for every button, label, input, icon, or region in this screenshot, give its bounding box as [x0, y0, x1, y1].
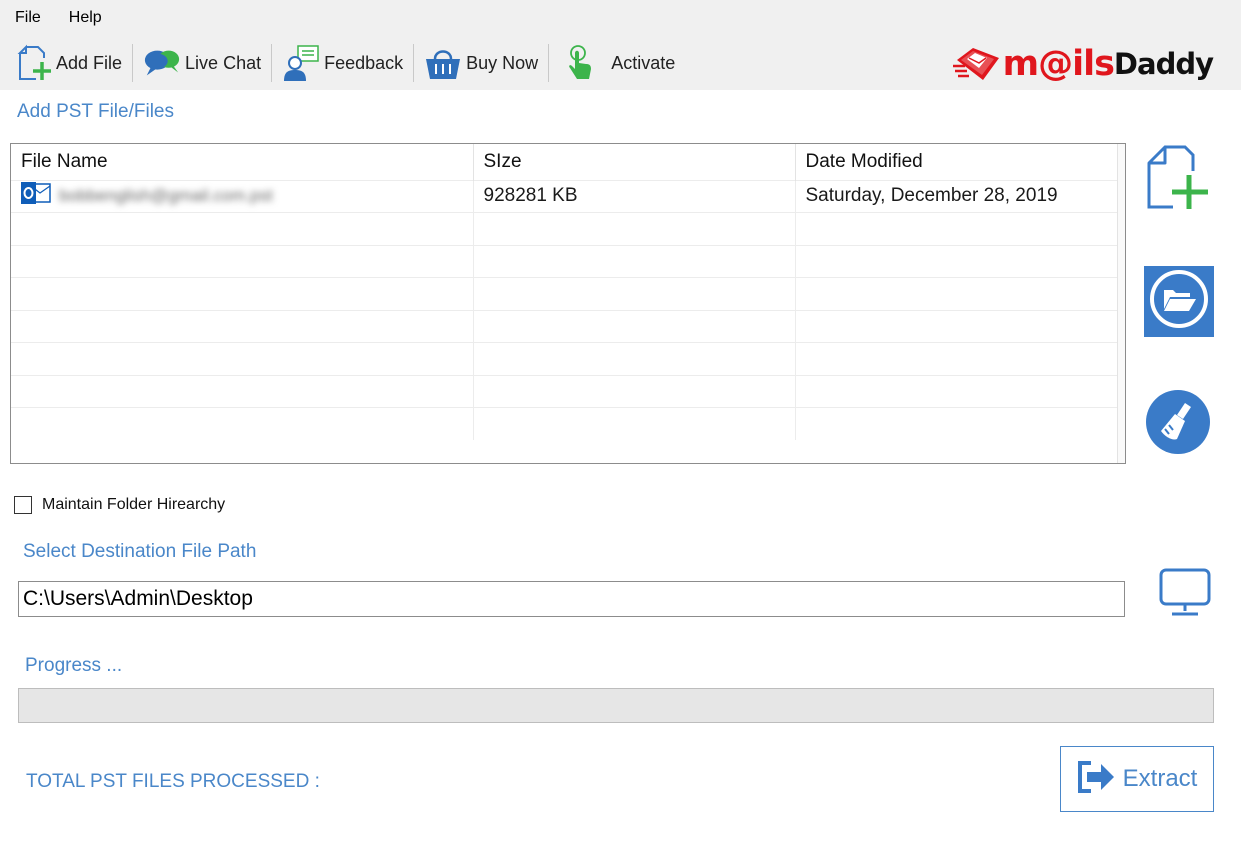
- maintain-folder-hierarchy-option[interactable]: Maintain Folder Hirearchy: [14, 496, 225, 514]
- feedback-button[interactable]: Feedback: [276, 40, 409, 86]
- clear-list-button[interactable]: [1144, 389, 1212, 460]
- outlook-file-icon: [21, 181, 51, 211]
- add-file-label: Add File: [56, 52, 123, 73]
- progress-label: Progress ...: [25, 655, 123, 676]
- envelope-logo-icon: [952, 48, 999, 80]
- open-folder-icon: [1147, 267, 1211, 336]
- menu-bar: File Help: [0, 0, 1241, 36]
- table-row: [11, 374, 1118, 408]
- column-header-file-name[interactable]: File Name: [11, 144, 474, 180]
- feedback-label: Feedback: [324, 52, 404, 73]
- table-row: [11, 244, 1118, 278]
- buy-now-label: Buy Now: [466, 52, 539, 73]
- file-date-cell: Saturday, December 28, 2019: [795, 179, 1118, 213]
- logo-text-daddy: Daddy: [1113, 47, 1214, 81]
- add-pst-label: Add PST File/Files: [17, 101, 174, 122]
- table-row: [11, 342, 1118, 375]
- column-header-date-modified[interactable]: Date Modified: [795, 144, 1118, 180]
- table-scroll-edge: [1117, 144, 1125, 463]
- tap-finger-icon: [563, 44, 601, 82]
- destination-label: Select Destination File Path: [23, 541, 257, 562]
- extract-button[interactable]: Extract: [1060, 746, 1214, 812]
- total-processed-label: TOTAL PST FILES PROCESSED :: [26, 771, 320, 792]
- activate-button[interactable]: Activate: [553, 40, 681, 86]
- toolbar-separator: [271, 44, 273, 82]
- maintain-folder-hierarchy-checkbox[interactable]: [14, 496, 32, 514]
- toolbar-separator: [548, 44, 550, 82]
- table-row[interactable]: bobbenglish@gmail.com.pst 928281 KB Satu…: [11, 179, 1118, 213]
- file-name-cell: bobbenglish@gmail.com.pst: [11, 179, 474, 213]
- extract-arrow-icon: [1077, 760, 1115, 799]
- toolbar-separator: [413, 44, 415, 82]
- live-chat-button[interactable]: Live Chat: [137, 40, 267, 86]
- toolbar-separator: [132, 44, 134, 82]
- monitor-icon: [1158, 567, 1212, 622]
- file-size-cell: 928281 KB: [473, 179, 796, 213]
- table-row: [11, 407, 1118, 440]
- chat-bubbles-icon: [143, 44, 181, 82]
- browse-destination-button[interactable]: [1156, 568, 1214, 620]
- brand-logo: m@ils Daddy: [952, 44, 1214, 84]
- add-file-icon: [1143, 145, 1211, 216]
- shopping-basket-icon: [424, 44, 462, 82]
- progress-bar: [18, 688, 1214, 723]
- destination-path-input[interactable]: [18, 581, 1125, 617]
- table-header-row: File Name SIze Date Modified: [11, 144, 1118, 180]
- add-file-side-button[interactable]: [1141, 145, 1213, 216]
- feedback-person-icon: [282, 44, 320, 82]
- table-row: [11, 309, 1118, 343]
- logo-text-mails: m@ils: [1002, 44, 1115, 84]
- file-list-table[interactable]: File Name SIze Date Modified bobbenglish…: [10, 143, 1126, 464]
- add-file-button[interactable]: Add File: [8, 40, 128, 86]
- app-window: File Help Add File Live Chat Feedback Bu…: [0, 0, 1241, 857]
- maintain-folder-hierarchy-label: Maintain Folder Hirearchy: [42, 496, 226, 513]
- menu-file[interactable]: File: [8, 9, 48, 27]
- clear-broom-icon: [1145, 389, 1211, 460]
- buy-now-button[interactable]: Buy Now: [418, 40, 544, 86]
- extract-label: Extract: [1122, 765, 1198, 792]
- menu-help[interactable]: Help: [62, 9, 109, 27]
- open-folder-button[interactable]: [1144, 266, 1214, 337]
- file-name-text: bobbenglish@gmail.com.pst: [59, 186, 273, 206]
- table-row: [11, 277, 1118, 310]
- table-row: [11, 212, 1118, 245]
- activate-label: Activate: [611, 52, 676, 73]
- live-chat-label: Live Chat: [185, 52, 262, 73]
- add-file-icon: [14, 44, 52, 82]
- column-header-size[interactable]: SIze: [473, 144, 796, 180]
